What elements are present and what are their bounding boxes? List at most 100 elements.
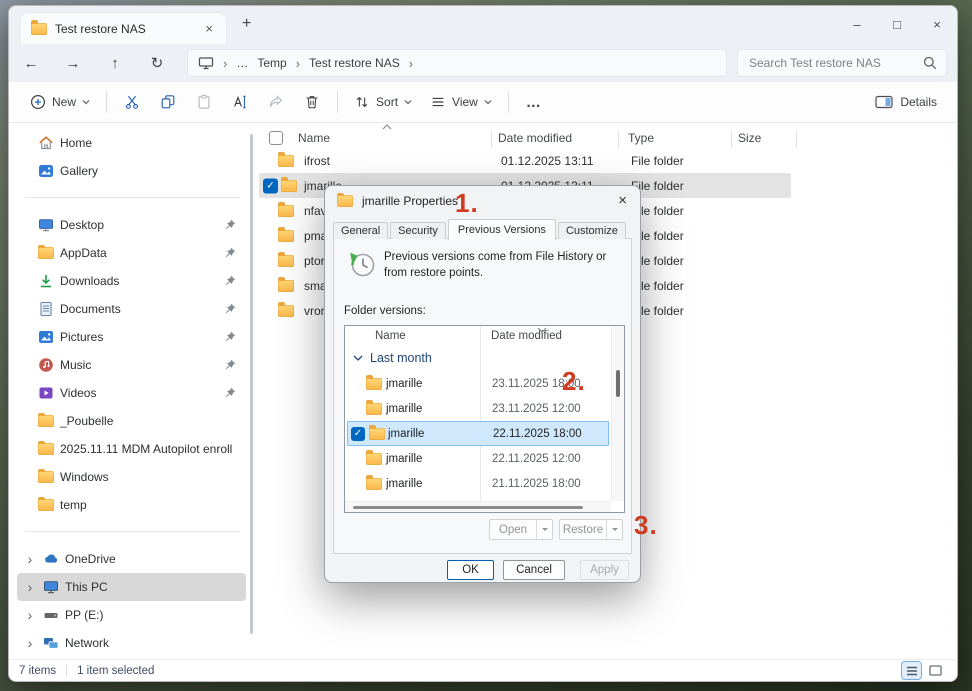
new-button[interactable]: New (21, 86, 99, 118)
forward-button[interactable]: → (61, 44, 85, 82)
explorer-tab[interactable]: Test restore NAS × (21, 13, 226, 44)
breadcrumb-temp[interactable]: Temp (257, 56, 286, 70)
column-header-date[interactable]: Date modified (498, 131, 572, 145)
more-options-button[interactable]: … (516, 94, 552, 111)
version-group-header[interactable]: Last month (353, 351, 432, 365)
folder-icon (31, 23, 47, 35)
copy-icon (160, 94, 176, 110)
details-pane-button[interactable]: Details (875, 94, 945, 110)
sidebar-item-poubelle[interactable]: _Poubelle (17, 407, 246, 435)
version-row-selected[interactable]: ✓ jmarille 22.11.2025 18:00 (347, 421, 609, 446)
breadcrumb-current[interactable]: Test restore NAS (309, 56, 400, 70)
rename-button[interactable] (222, 86, 258, 118)
minimize-button[interactable]: – (837, 6, 877, 42)
row-checkbox-checked[interactable]: ✓ (263, 178, 278, 193)
sidebar-scrollbar[interactable] (250, 134, 253, 634)
version-row[interactable]: jmarille 22.11.2025 12:00 (346, 446, 610, 471)
select-all-checkbox[interactable] (269, 131, 283, 145)
sidebar-item-home[interactable]: Home (17, 129, 246, 157)
column-divider[interactable] (491, 130, 492, 148)
dialog-close-icon[interactable]: × (618, 192, 627, 209)
sidebar-item-appdata[interactable]: AppData (17, 239, 246, 267)
close-button[interactable]: × (917, 6, 957, 42)
ok-button[interactable]: OK (447, 560, 494, 580)
chevron-right-icon: › (296, 56, 300, 71)
new-tab-button[interactable]: + (242, 15, 251, 33)
sidebar-item-music[interactable]: Music (17, 351, 246, 379)
details-view-toggle[interactable] (902, 662, 921, 679)
expand-chevron-icon[interactable]: › (23, 607, 37, 623)
chevron-down-icon (611, 527, 619, 532)
sidebar-item-this-pc[interactable]: › This PC (17, 573, 246, 601)
column-header-name[interactable]: Name (298, 131, 330, 145)
back-button[interactable]: ← (19, 44, 43, 82)
list-vertical-scrollbar[interactable] (611, 326, 624, 501)
column-divider[interactable] (796, 130, 797, 148)
column-header-size[interactable]: Size (738, 131, 761, 145)
view-button[interactable]: View (421, 86, 501, 118)
cancel-button[interactable]: Cancel (503, 560, 565, 580)
tab-previous-versions[interactable]: Previous Versions (448, 219, 556, 240)
tab-close-icon[interactable]: × (202, 21, 216, 36)
breadcrumb[interactable]: › … Temp › Test restore NAS › (187, 49, 727, 77)
open-button[interactable]: Open (489, 519, 553, 540)
sidebar-item-temp[interactable]: temp (17, 491, 246, 519)
sidebar-item-desktop[interactable]: Desktop (17, 211, 246, 239)
apply-button[interactable]: Apply (580, 560, 629, 580)
sidebar-item-pp-drive[interactable]: › PP (E:) (17, 601, 246, 629)
thumbnail-view-icon (929, 665, 942, 676)
list-horizontal-scrollbar[interactable] (345, 501, 611, 512)
scrollbar-thumb[interactable] (616, 370, 620, 397)
sidebar-item-onedrive[interactable]: › OneDrive (17, 545, 246, 573)
column-header-type[interactable]: Type (628, 131, 654, 145)
folder-icon (38, 443, 54, 455)
up-button[interactable]: ↑ (103, 44, 127, 82)
sidebar-label: _Poubelle (60, 414, 113, 428)
sidebar-item-videos[interactable]: Videos (17, 379, 246, 407)
folder-icon (366, 453, 382, 465)
sidebar-item-gallery[interactable]: Gallery (17, 157, 246, 185)
breadcrumb-overflow[interactable]: … (236, 56, 248, 70)
share-button[interactable] (258, 86, 294, 118)
restore-button[interactable]: Restore (559, 519, 623, 540)
details-label: Details (900, 95, 937, 109)
tab-security[interactable]: Security (390, 222, 446, 239)
refresh-button[interactable]: ↻ (145, 44, 169, 82)
version-row[interactable]: jmarille 23.11.2025 12:00 (346, 396, 610, 421)
sidebar-item-network[interactable]: › Network (17, 629, 246, 657)
thumbnail-view-toggle[interactable] (926, 662, 945, 679)
tab-general[interactable]: General (333, 222, 388, 239)
sidebar-item-pictures[interactable]: Pictures (17, 323, 246, 351)
sidebar-item-documents[interactable]: Documents (17, 295, 246, 323)
file-row[interactable]: ifrost 01.12.2025 13:11 File folder (259, 148, 791, 173)
view-icon (430, 94, 446, 110)
list-column-date[interactable]: Date modified (491, 330, 562, 342)
expand-chevron-icon[interactable]: › (23, 579, 37, 595)
restore-dropdown-arrow[interactable] (606, 520, 622, 539)
column-divider[interactable] (618, 130, 619, 148)
sort-label: Sort (376, 95, 398, 109)
search-input[interactable] (749, 56, 922, 70)
sidebar-item-windows[interactable]: Windows (17, 463, 246, 491)
sidebar-divider (25, 197, 240, 198)
sidebar-item-mdm-autopilot[interactable]: 2025.11.11 MDM Autopilot enroll (17, 435, 246, 463)
tab-customize[interactable]: Customize (558, 222, 626, 239)
delete-button[interactable] (294, 86, 330, 118)
view-label: View (452, 95, 478, 109)
cut-button[interactable] (114, 86, 150, 118)
open-dropdown-arrow[interactable] (536, 520, 552, 539)
copy-button[interactable] (150, 86, 186, 118)
sidebar-label: Videos (60, 386, 96, 400)
expand-chevron-icon[interactable]: › (23, 635, 37, 651)
version-row[interactable]: jmarille 21.11.2025 18:00 (346, 471, 610, 496)
sidebar-item-downloads[interactable]: Downloads (17, 267, 246, 295)
list-column-name[interactable]: Name (375, 330, 406, 342)
sort-button[interactable]: Sort (345, 86, 421, 118)
expand-chevron-icon[interactable]: › (23, 551, 37, 567)
row-checkbox-checked[interactable]: ✓ (351, 427, 365, 441)
maximize-button[interactable]: □ (877, 6, 917, 42)
paste-button[interactable] (186, 86, 222, 118)
list-column-divider (480, 326, 481, 501)
scrollbar-thumb[interactable] (353, 506, 583, 509)
column-divider[interactable] (731, 130, 732, 148)
